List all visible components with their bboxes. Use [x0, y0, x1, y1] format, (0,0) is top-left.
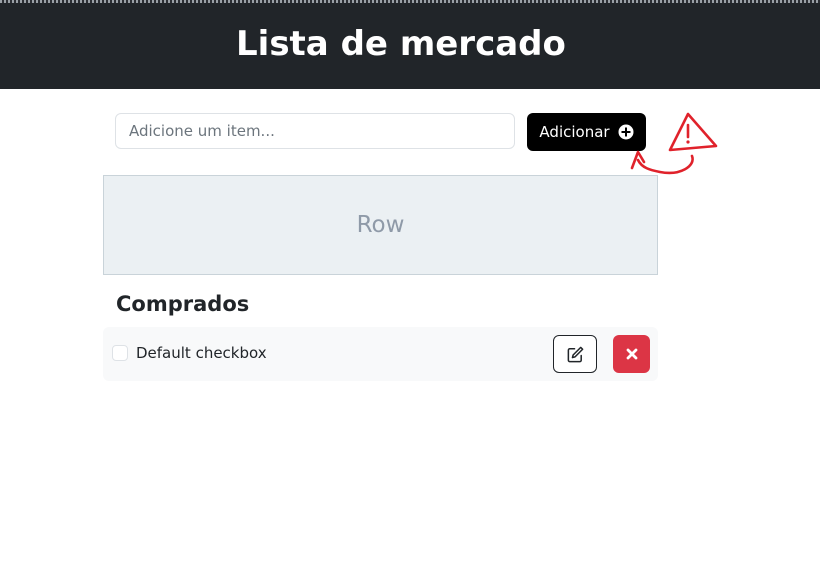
- add-item-button[interactable]: Adicionar: [527, 113, 646, 151]
- close-icon: [626, 348, 637, 360]
- row-placeholder: Row: [103, 175, 658, 275]
- edit-item-button[interactable]: [553, 335, 597, 373]
- list-item: Default checkbox: [103, 327, 658, 381]
- item-label: Default checkbox: [136, 344, 267, 362]
- add-button-label: Adicionar: [539, 123, 610, 141]
- row-placeholder-label: Row: [356, 212, 405, 238]
- app-header: Lista de mercado: [0, 0, 820, 89]
- warning-triangle-icon: [630, 112, 718, 175]
- delete-item-button[interactable]: [613, 335, 650, 373]
- window-top-border: [0, 0, 820, 3]
- item-checkbox[interactable]: [112, 345, 128, 361]
- page-title: Lista de mercado: [236, 24, 566, 64]
- edit-icon: [567, 346, 583, 362]
- purchased-section-title: Comprados: [116, 292, 250, 316]
- item-input[interactable]: [115, 113, 515, 149]
